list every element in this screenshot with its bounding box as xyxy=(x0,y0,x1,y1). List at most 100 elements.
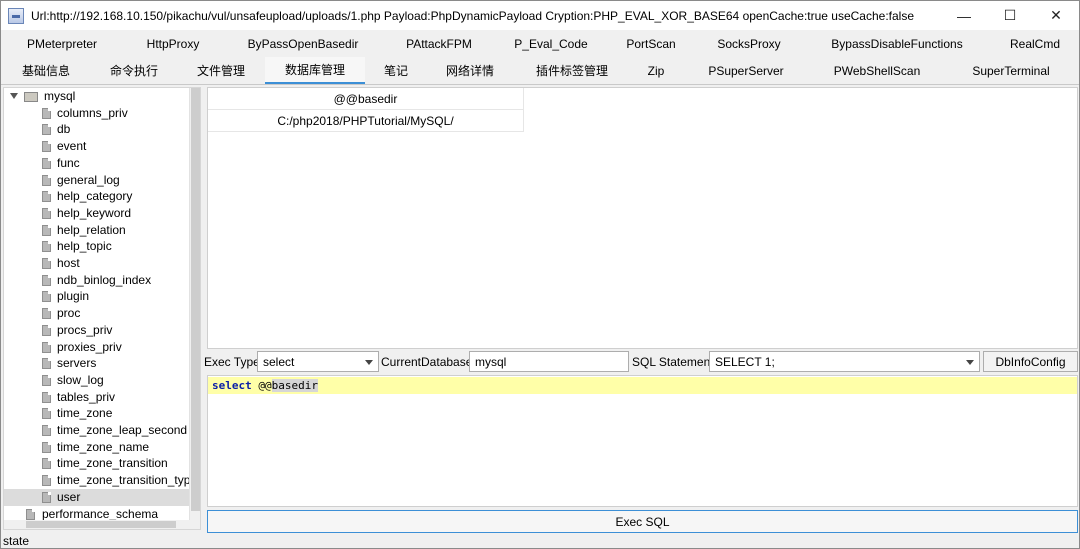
table-file-icon xyxy=(42,158,51,169)
title-bar: Url:http://192.168.10.150/pikachu/vul/un… xyxy=(1,1,1079,30)
result-cell[interactable]: C:/php2018/PHPTutorial/MySQL/ xyxy=(208,110,524,132)
table-file-icon xyxy=(42,375,51,386)
tree-node-label: time_zone_leap_second xyxy=(57,423,188,437)
tree-node-label: db xyxy=(57,122,71,136)
sql-statement-select[interactable]: SELECT 1; xyxy=(709,351,980,372)
tab-basic-info[interactable]: 基础信息 xyxy=(1,57,91,84)
current-database-field[interactable]: mysql xyxy=(469,351,629,372)
tab-bypassdisablefunctions[interactable]: BypassDisableFunctions xyxy=(803,30,991,57)
table-file-icon xyxy=(42,291,51,302)
tab-pattackfpm[interactable]: PAttackFPM xyxy=(383,30,495,57)
tree-node-table[interactable]: help_relation xyxy=(4,222,190,239)
plugin-tab-row: PMeterpreter HttpProxy ByPassOpenBasedir… xyxy=(1,30,1079,57)
tree-node-table[interactable]: slow_log xyxy=(4,372,190,389)
exec-type-select[interactable]: select xyxy=(257,351,379,372)
tree-node-table[interactable]: servers xyxy=(4,355,190,372)
table-file-icon xyxy=(42,342,51,353)
tab-bypassopenbasedir[interactable]: ByPassOpenBasedir xyxy=(223,30,383,57)
tab-zip[interactable]: Zip xyxy=(631,57,681,84)
tree-node-label: procs_priv xyxy=(57,323,113,337)
tab-file-manager[interactable]: 文件管理 xyxy=(177,57,265,84)
tab-pmeterpreter[interactable]: PMeterpreter xyxy=(1,30,123,57)
tree-node-table[interactable]: db xyxy=(4,121,190,138)
tab-database-manager[interactable]: 数据库管理 xyxy=(265,57,365,84)
tab-p-eval-code[interactable]: P_Eval_Code xyxy=(495,30,607,57)
expand-arrow-icon[interactable] xyxy=(10,93,18,99)
tree-node-table[interactable]: time_zone xyxy=(4,405,190,422)
tree-node-table[interactable]: func xyxy=(4,155,190,172)
tab-socksproxy[interactable]: SocksProxy xyxy=(695,30,803,57)
tree-node-table[interactable]: columns_priv xyxy=(4,105,190,122)
tree-horizontal-scrollbar[interactable] xyxy=(4,520,190,529)
exec-type-label: Exec Type xyxy=(204,355,260,369)
tree-node-label: time_zone_transition xyxy=(57,456,168,470)
tab-superterminal[interactable]: SuperTerminal xyxy=(943,57,1079,84)
table-file-icon xyxy=(42,208,51,219)
sql-space xyxy=(252,379,259,392)
tree-node-label: time_zone xyxy=(57,406,113,420)
tree-node-table[interactable]: event xyxy=(4,138,190,155)
tree-node-table[interactable]: proxies_priv xyxy=(4,339,190,356)
tab-psuperserver[interactable]: PSuperServer xyxy=(681,57,811,84)
tree-node-table[interactable]: help_keyword xyxy=(4,205,190,222)
tree-node-table[interactable]: help_category xyxy=(4,188,190,205)
app-icon xyxy=(8,7,24,24)
tree-node-label: help_relation xyxy=(57,223,126,237)
chevron-down-icon xyxy=(365,360,373,365)
table-file-icon xyxy=(42,358,51,369)
table-file-icon xyxy=(42,175,51,186)
table-file-icon xyxy=(42,241,51,252)
table-file-icon xyxy=(42,475,51,486)
close-button[interactable]: ✕ xyxy=(1033,1,1079,30)
tree-node-table[interactable]: help_topic xyxy=(4,238,190,255)
table-file-icon xyxy=(42,325,51,336)
tree-node-label: plugin xyxy=(57,289,90,303)
result-column-header[interactable]: @@basedir xyxy=(208,88,524,110)
tree-node-table[interactable]: time_zone_transition xyxy=(4,455,190,472)
tree-vertical-scrollbar[interactable] xyxy=(189,88,200,529)
tree-node-table[interactable]: procs_priv xyxy=(4,322,190,339)
app-window: Url:http://192.168.10.150/pikachu/vul/un… xyxy=(0,0,1080,549)
current-database-label: CurrentDatabase xyxy=(381,355,473,369)
tree-node-label: proxies_priv xyxy=(57,340,122,354)
maximize-button[interactable]: ☐ xyxy=(987,1,1033,30)
tree-node-label: columns_priv xyxy=(57,106,128,120)
tab-pwebshellscan[interactable]: PWebShellScan xyxy=(811,57,943,84)
tree-node-label: general_log xyxy=(57,173,120,187)
tree-node-table[interactable]: plugin xyxy=(4,288,190,305)
tree-node-table[interactable]: proc xyxy=(4,305,190,322)
sql-statement-label: SQL Statement xyxy=(632,355,714,369)
minimize-button[interactable]: — xyxy=(941,1,987,30)
exec-sql-button[interactable]: Exec SQL xyxy=(207,510,1078,533)
tree-node-table[interactable]: time_zone_name xyxy=(4,439,190,456)
dbinfo-config-button[interactable]: DbInfoConfig xyxy=(983,351,1078,372)
tree-node-table[interactable]: tables_priv xyxy=(4,389,190,406)
table-file-icon xyxy=(42,442,51,453)
tree-node-table[interactable]: ndb_binlog_index xyxy=(4,272,190,289)
tab-network-details[interactable]: 网络详情 xyxy=(427,57,513,84)
tree-node-label: time_zone_name xyxy=(57,440,150,454)
tree-node-table[interactable]: user xyxy=(4,489,190,506)
query-result-table: @@basedir C:/php2018/PHPTutorial/MySQL/ xyxy=(207,87,1078,349)
tree-horizontal-scroll-thumb[interactable] xyxy=(26,521,176,528)
tree-node-label: help_topic xyxy=(57,239,112,253)
tab-notes[interactable]: 笔记 xyxy=(365,57,427,84)
tab-portscan[interactable]: PortScan xyxy=(607,30,695,57)
tree-node-table[interactable]: time_zone_transition_type xyxy=(4,472,197,489)
tree-node-table[interactable]: general_log xyxy=(4,172,190,189)
table-file-icon xyxy=(42,458,51,469)
tab-httpproxy[interactable]: HttpProxy xyxy=(123,30,223,57)
tree-vertical-scroll-thumb[interactable] xyxy=(191,88,200,511)
sql-editor-current-line[interactable]: select @@ basedir xyxy=(208,377,1077,394)
tab-realcmd[interactable]: RealCmd xyxy=(991,30,1079,57)
tab-command-exec[interactable]: 命令执行 xyxy=(91,57,177,84)
tree-node-table[interactable]: host xyxy=(4,255,190,272)
tree-node-table[interactable]: time_zone_leap_second xyxy=(4,422,190,439)
sql-editor[interactable]: select @@ basedir xyxy=(207,375,1078,507)
table-file-icon xyxy=(42,225,51,236)
tree-node-root[interactable]: mysql xyxy=(4,88,190,105)
tab-plugin-tags[interactable]: 插件标签管理 xyxy=(513,57,631,84)
sql-keyword: select xyxy=(212,379,252,392)
table-file-icon xyxy=(42,492,51,503)
table-file-icon xyxy=(42,258,51,269)
